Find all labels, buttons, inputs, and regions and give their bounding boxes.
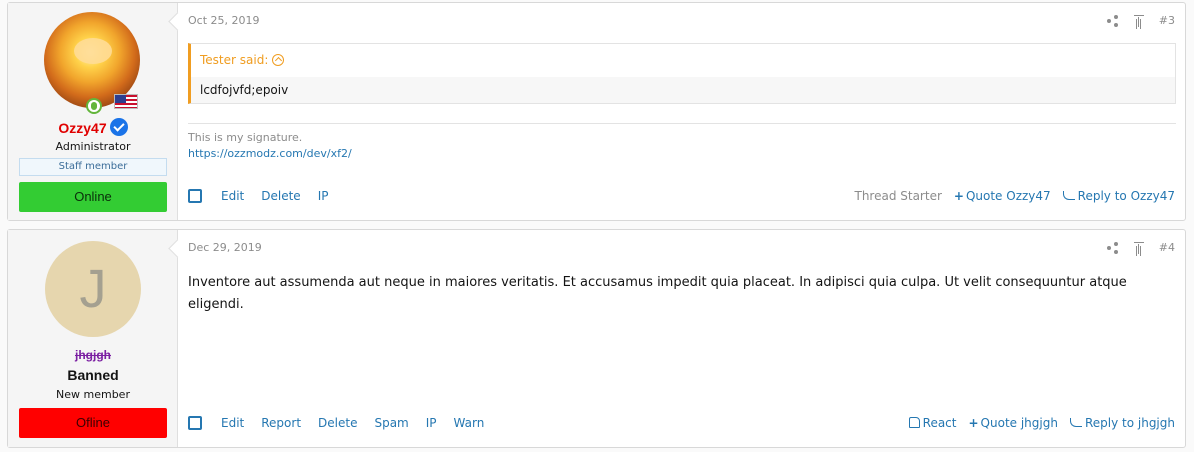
quote-button[interactable]: + Quote jhgjgh [968,416,1057,430]
post-message: Inventore aut assumenda aut neque in mai… [188,275,1127,312]
ip-link[interactable]: IP [426,416,437,430]
signature-link[interactable]: https://ozzmodz.com/dev/xf2/ [188,147,352,160]
post-footer: Edit Report Delete Spam IP Warn React + Q… [188,416,1175,430]
staff-badge: Staff member [19,158,167,176]
thread-starter-label: Thread Starter [854,189,942,203]
quote-header: Tester said: [191,44,1175,77]
delete-link[interactable]: Delete [318,416,357,430]
plus-icon: + [953,189,964,203]
signature-divider [188,123,1176,124]
quote-author[interactable]: Tester said: [200,53,268,67]
reply-icon [1062,191,1075,200]
post-number[interactable]: #4 [1159,241,1175,254]
avatar[interactable]: J [45,241,141,337]
post-footer: Edit Delete IP Thread Starter + Quote Ozz… [188,189,1175,203]
user-title: Administrator [55,140,131,153]
plus-icon: + [968,416,979,430]
avatar[interactable] [44,12,142,114]
jump-to-top-icon[interactable] [1133,14,1145,27]
presence-status: Online [19,182,167,212]
banned-status: Banned [67,367,119,383]
quote-block: Tester said: lcdfojvfd;epoiv [188,43,1176,104]
presence-status: Ofline [19,408,167,438]
ip-link[interactable]: IP [318,189,329,203]
signature-text: This is my signature. [188,131,303,144]
post-number[interactable]: #3 [1159,14,1175,27]
post-header-actions: #4 [1106,241,1175,254]
edit-link[interactable]: Edit [221,189,244,203]
share-icon[interactable] [1106,15,1119,27]
quote-up-icon[interactable] [272,54,285,66]
react-button[interactable]: React [908,416,956,430]
username[interactable]: Ozzy47 [58,120,106,136]
edit-link[interactable]: Edit [221,416,244,430]
warn-link[interactable]: Warn [454,416,485,430]
quote-button[interactable]: + Quote Ozzy47 [954,189,1051,203]
signature: This is my signature. https://ozzmodz.co… [188,130,352,162]
verified-icon [109,118,128,136]
post-date[interactable]: Oct 25, 2019 [188,14,260,27]
reply-button[interactable]: Reply to jhgjgh [1069,416,1175,430]
select-checkbox[interactable] [188,189,202,203]
thumbs-up-icon [908,417,920,428]
reply-button[interactable]: Reply to Ozzy47 [1062,189,1175,203]
jump-to-top-icon[interactable] [1133,241,1145,254]
select-checkbox[interactable] [188,416,202,430]
user-panel: Ozzy47 Administrator Staff member Online [8,3,178,220]
post-main: Oct 25, 2019 #3 Tester said: lcdfojvfd;e… [178,3,1185,220]
delete-link[interactable]: Delete [261,189,300,203]
post-3: Ozzy47 Administrator Staff member Online… [7,2,1186,221]
user-title: New member [56,388,130,401]
online-status-icon [86,98,102,114]
post-4: J jhgjgh Banned New member Ofline Dec 29… [7,229,1186,448]
us-flag-icon [114,94,138,109]
user-panel: J jhgjgh Banned New member Ofline [8,230,178,447]
share-icon[interactable] [1106,242,1119,254]
username-row: Ozzy47 [8,118,178,137]
post-main: Dec 29, 2019 #4 Inventore aut assumenda … [178,230,1185,447]
username[interactable]: jhgjgh [8,348,178,362]
post-date[interactable]: Dec 29, 2019 [188,241,262,254]
reply-icon [1069,418,1082,427]
post-header-actions: #3 [1106,14,1175,27]
report-link[interactable]: Report [261,416,301,430]
spam-link[interactable]: Spam [374,416,408,430]
quote-text: lcdfojvfd;epoiv [200,83,289,97]
